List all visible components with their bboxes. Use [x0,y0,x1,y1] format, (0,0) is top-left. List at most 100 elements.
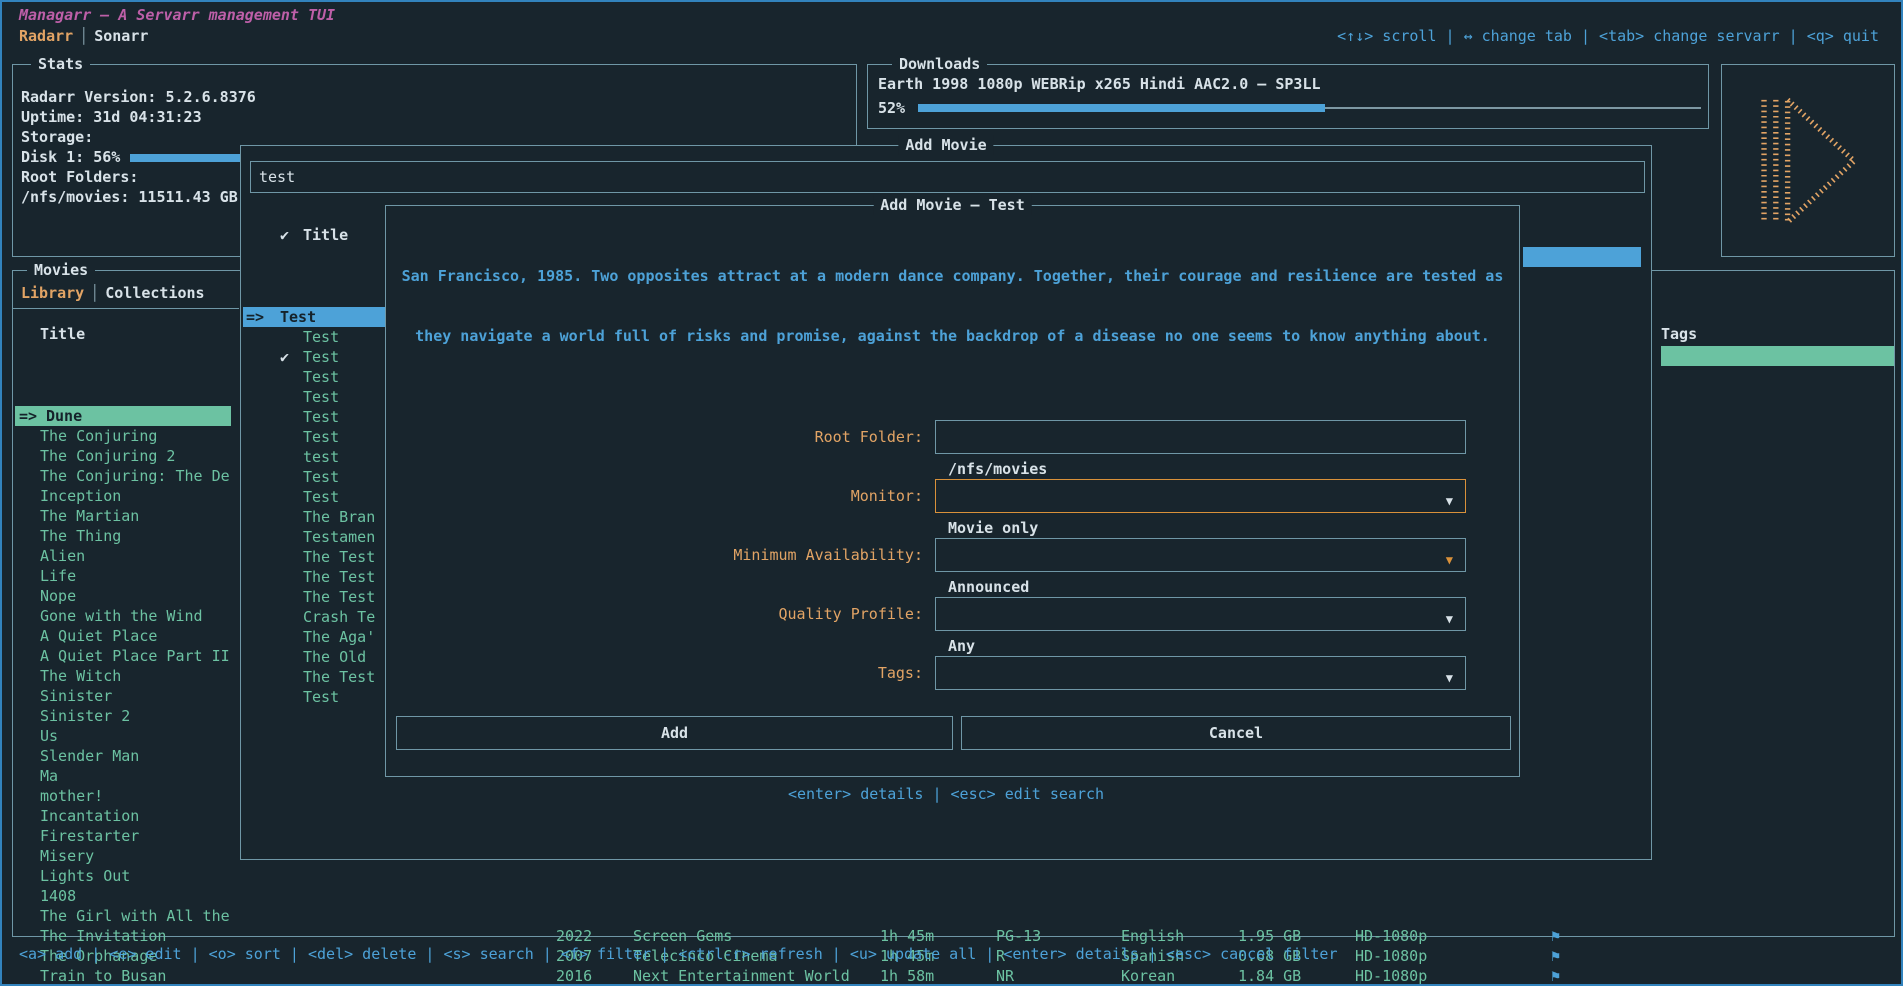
column-header-tags: Tags [1661,324,1697,344]
movie-quality-profile: HD-1080p [1355,946,1427,966]
field-control[interactable] [935,656,1466,690]
movie-title: Incantation [40,806,139,826]
download-percent: 52% [878,98,905,118]
disk-percent: 56% [93,148,120,166]
movie-title: Slender Man [40,746,139,766]
tab-radarr[interactable]: Radarr [19,27,73,45]
list-item[interactable]: The Conjuring 2 [15,446,231,466]
movie-title: Firestarter [40,826,139,846]
result-title: The Bran [303,507,375,527]
overview-line-2: they navigate a world full of risks and … [386,326,1519,346]
tab-sonarr[interactable]: Sonarr [94,27,148,45]
movie-title: The Witch [40,666,121,686]
list-item[interactable]: Inception [15,486,231,506]
search-result-row[interactable]: Testamen [243,527,386,547]
list-item[interactable]: The Conjuring [15,426,231,446]
list-item[interactable]: Sinister 2 [15,706,231,726]
add-movie-modal: Add Movie – Test San Francisco, 1985. Tw… [385,205,1520,777]
field-control[interactable]: Movie only ▼ [935,479,1466,513]
disk-usage-gauge [130,154,252,162]
movie-size: 1.95 GB [1238,926,1301,946]
movie-title: Inception [40,486,121,506]
movie-runtime: 1h 45m [880,926,934,946]
field-control[interactable]: /nfs/movies ▼ [935,420,1466,454]
results-header-checkmark-icon: ✔ [280,225,289,245]
bottom-keybindings-help: <a> add | <e> edit | <o> sort | <del> de… [19,944,1338,964]
search-result-row[interactable]: The Test [243,547,386,567]
search-result-row[interactable]: Test [243,407,386,427]
list-item[interactable]: The Thing [15,526,231,546]
search-result-row[interactable]: Test [243,487,386,507]
result-title: Test [303,387,339,407]
uptime-value: 31d 04:31:23 [93,108,201,126]
list-item[interactable]: The Martian [15,506,231,526]
movie-runtime: 1h 58m [880,966,934,986]
list-item[interactable]: A Quiet Place Part II [15,646,231,666]
table-row[interactable]: 2022Screen Gems1h 45mPG-13English1.95 GB… [13,926,1894,946]
list-item[interactable]: Incantation [15,806,231,826]
list-item[interactable]: The Witch [15,666,231,686]
movies-tabs: Library│Collections [21,283,205,303]
download-progress-track [1325,107,1701,109]
list-item[interactable]: The Conjuring: The De [15,466,231,486]
search-result-row[interactable]: =>Test [243,307,386,327]
tab-library[interactable]: Library [21,284,84,302]
movie-title: A Quiet Place Part II [40,646,230,666]
list-item[interactable]: Firestarter [15,826,231,846]
movie-year: 2016 [556,966,592,986]
table-row[interactable]: 2016Next Entertainment World1h 58mNRKore… [13,966,1894,986]
list-item[interactable]: mother! [15,786,231,806]
form-field-row: Minimum Availability: Announced ▼ [386,538,1519,597]
results-header-title: Title [303,225,348,245]
list-item[interactable]: =>Dune [15,406,231,426]
result-title: Test [303,407,339,427]
in-library-checkmark-icon: ✔ [280,347,289,367]
form-field-row: Monitor: Movie only ▼ [386,479,1519,538]
search-result-row[interactable]: The Test [243,567,386,587]
movie-title: Misery [40,846,94,866]
search-result-row[interactable]: Test [243,427,386,447]
movie-title: The Conjuring: The De [40,466,230,486]
search-result-row[interactable]: Test [243,367,386,387]
add-button[interactable]: Add [396,716,953,750]
monitored-flag-icon: ⚑ [1551,946,1560,966]
movie-studio: Next Entertainment World [633,966,850,986]
tab-collections[interactable]: Collections [105,284,204,302]
root-folder-value: /nfs/movies: 11511.43 GB [21,187,238,207]
list-item[interactable]: Ma [15,766,231,786]
list-item[interactable]: Alien [15,546,231,566]
search-result-row[interactable]: The Test [243,587,386,607]
search-result-row[interactable]: The Old [243,647,386,667]
search-result-row[interactable]: ✔Test [243,347,386,367]
result-title: Test [303,467,339,487]
list-item[interactable]: Us [15,726,231,746]
result-title: test [303,447,339,467]
search-input[interactable]: test [250,161,1645,193]
list-item[interactable]: A Quiet Place [15,626,231,646]
storage-label: Storage: [21,127,93,147]
search-result-row[interactable]: Test [243,327,386,347]
search-result-row[interactable]: Test [243,387,386,407]
search-result-row[interactable]: Crash Te [243,607,386,627]
search-result-row[interactable]: test [243,447,386,467]
disk-label: Disk 1: [21,148,84,166]
list-item[interactable]: Gone with the Wind [15,606,231,626]
monitored-flag-icon: ⚑ [1551,926,1560,946]
list-item[interactable]: Nope [15,586,231,606]
column-header-title: Title [40,324,85,344]
uptime-label: Uptime: [21,108,84,126]
list-item[interactable]: Misery [15,846,231,866]
cancel-button[interactable]: Cancel [961,716,1511,750]
search-result-row[interactable]: The Aga' [243,627,386,647]
search-result-row[interactable]: The Test [243,667,386,687]
movie-title: Sinister [40,686,112,706]
search-result-row[interactable]: Test [243,687,386,707]
field-control[interactable]: Any ▼ [935,597,1466,631]
selection-arrow: => [246,307,264,327]
search-result-row[interactable]: Test [243,467,386,487]
list-item[interactable]: Life [15,566,231,586]
list-item[interactable]: Sinister [15,686,231,706]
list-item[interactable]: Slender Man [15,746,231,766]
field-control[interactable]: Announced ▼ [935,538,1466,572]
search-result-row[interactable]: The Bran [243,507,386,527]
